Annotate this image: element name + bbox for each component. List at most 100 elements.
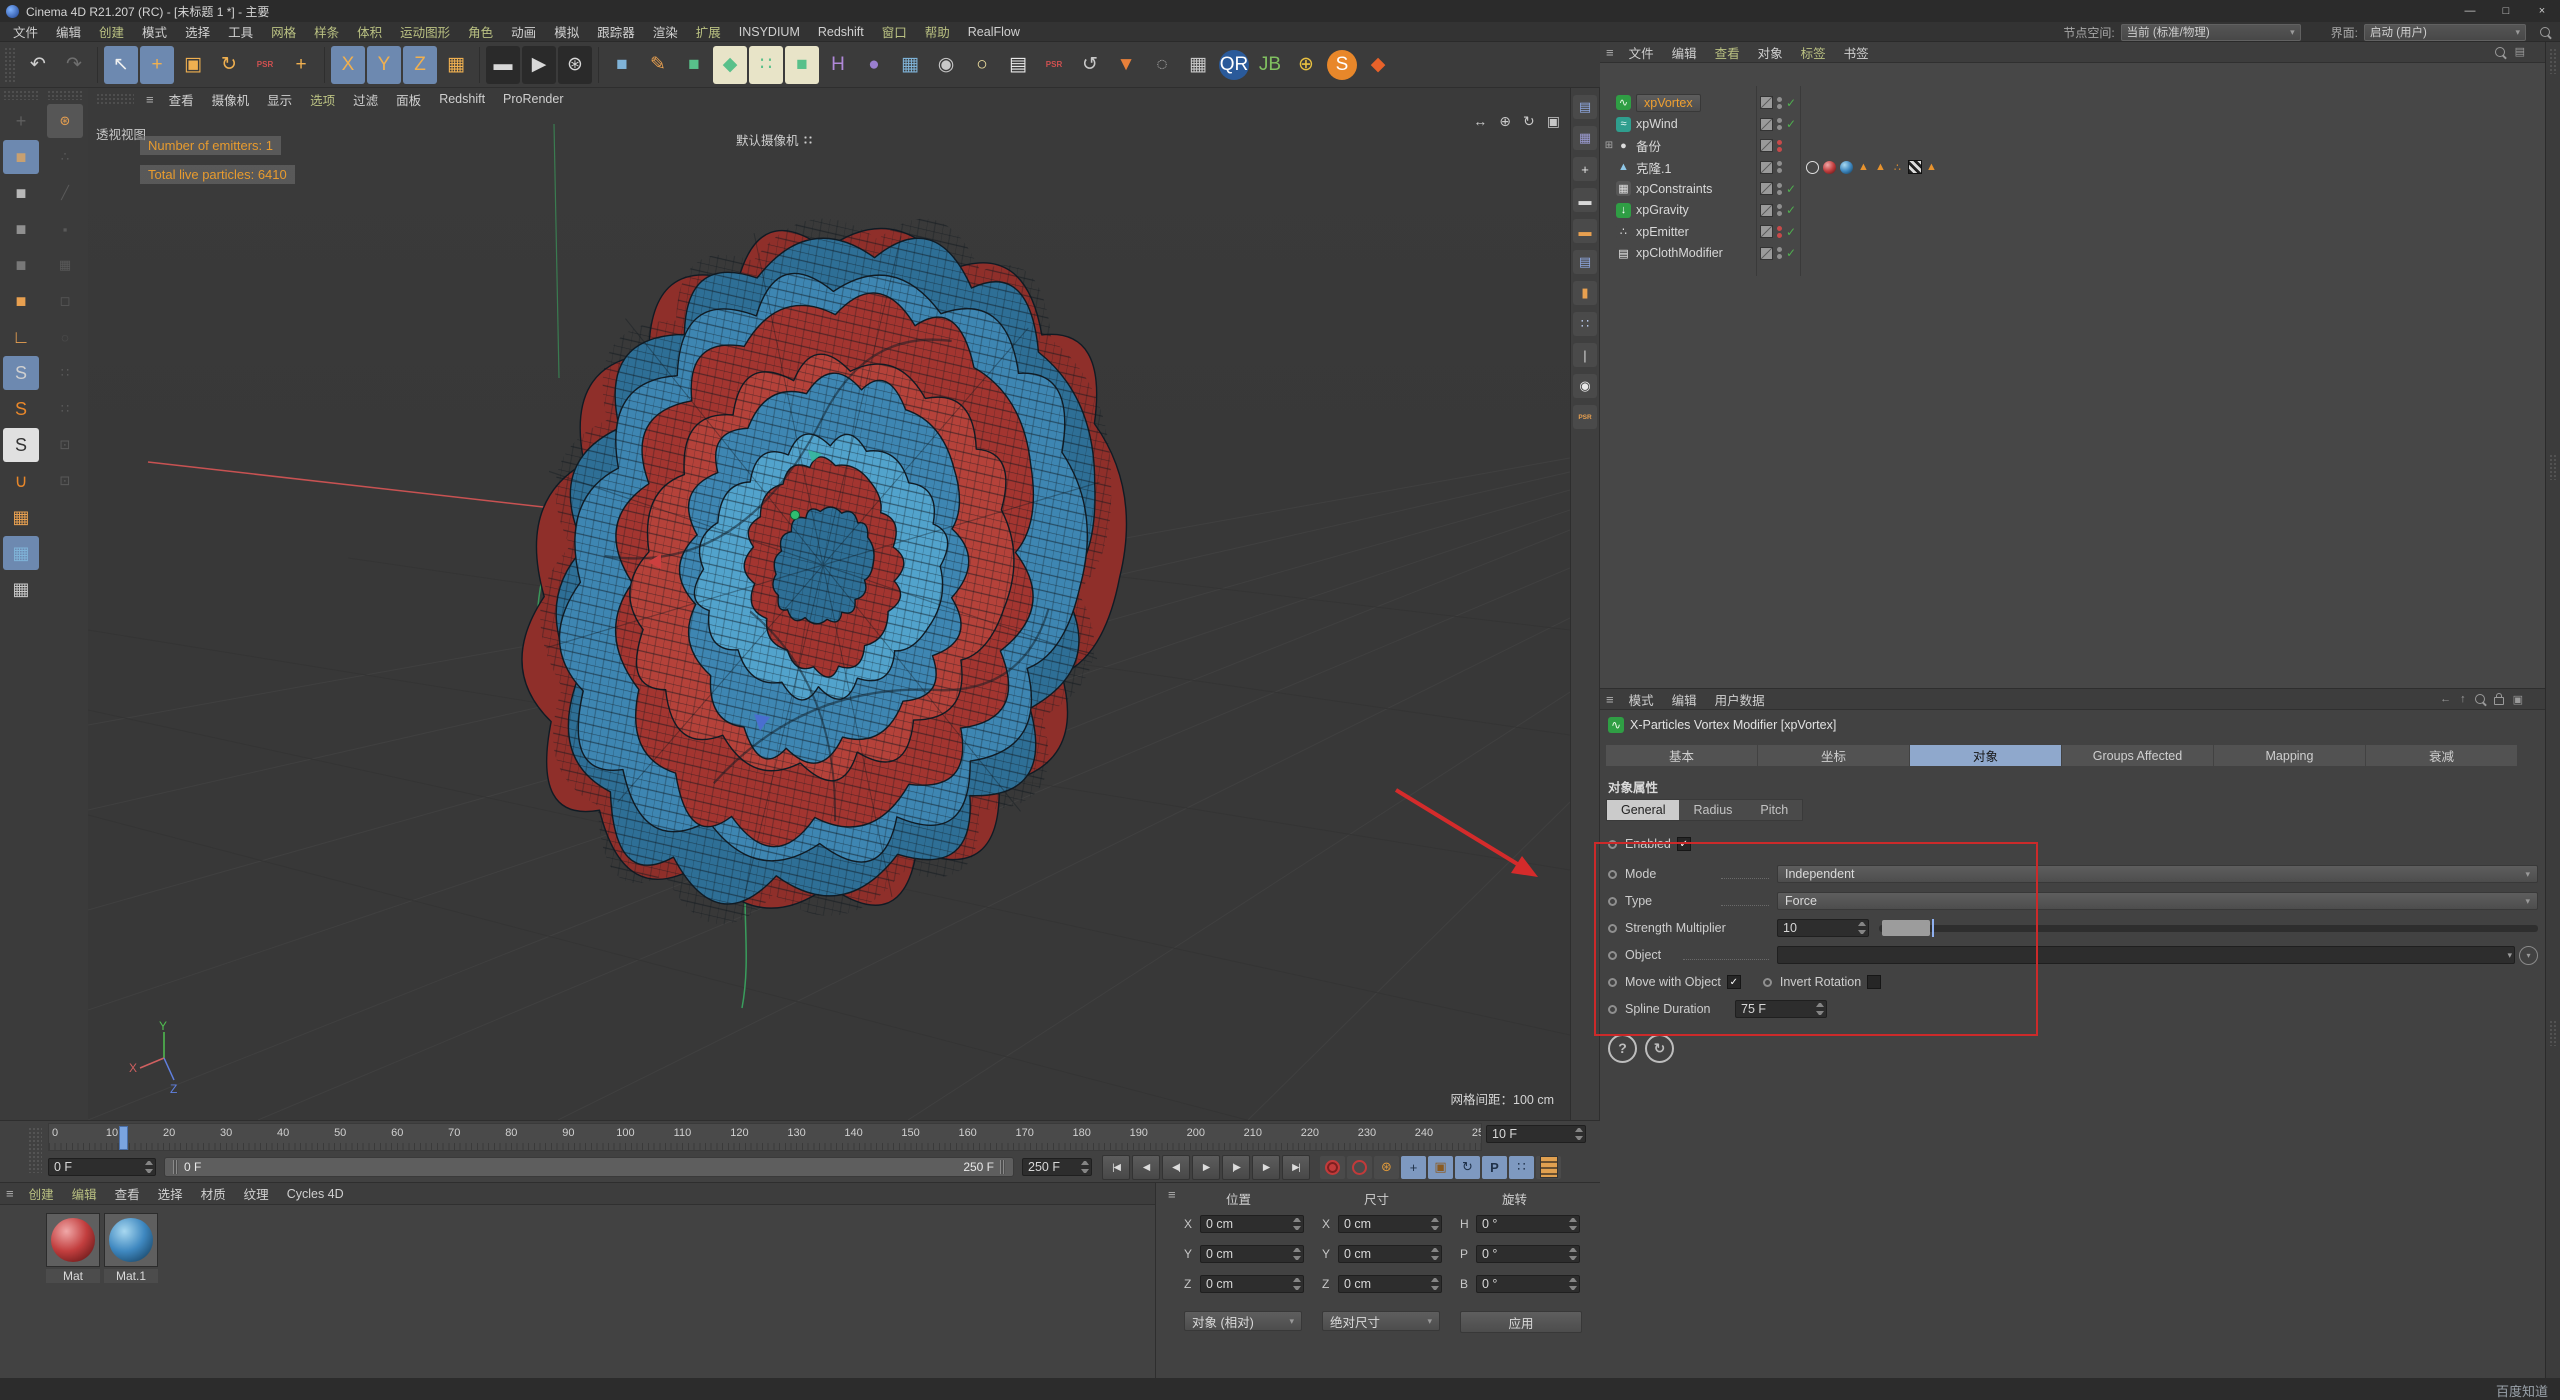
material-menu-纹理[interactable]: 纹理 bbox=[235, 1184, 278, 1203]
xp-tag-icon[interactable]: ▲ bbox=[1873, 160, 1888, 175]
spinner-icon[interactable] bbox=[1293, 1218, 1301, 1230]
viewport-menu-摄像机[interactable]: 摄像机 bbox=[203, 90, 259, 109]
type-select[interactable]: Force ▾ bbox=[1777, 892, 2538, 910]
phong-tag-icon[interactable] bbox=[1806, 160, 1819, 174]
render-visibility-dot[interactable] bbox=[1777, 254, 1782, 260]
viewport-pan-icon[interactable]: ↔ bbox=[1473, 113, 1487, 130]
material-menu-创建[interactable]: 创建 bbox=[20, 1184, 63, 1203]
viewport-menu-Redshift[interactable]: Redshift bbox=[430, 92, 494, 106]
move-with-object-checkbox[interactable]: ✓ bbox=[1726, 975, 1741, 989]
tag-mat-blue[interactable] bbox=[1839, 160, 1854, 175]
xp-node-cross-icon[interactable]: + bbox=[1573, 157, 1597, 181]
spinner-icon[interactable] bbox=[1569, 1218, 1577, 1230]
close-button[interactable]: × bbox=[2524, 0, 2560, 22]
material-menu-查看[interactable]: 查看 bbox=[106, 1184, 149, 1203]
object-row-xpConstraints[interactable]: ▦ xpConstraints ✓ bbox=[1600, 178, 2545, 200]
xp-node-bar-icon[interactable]: ▬ bbox=[1573, 219, 1597, 243]
menu-动画[interactable]: 动画 bbox=[502, 22, 545, 41]
material-thumbnail[interactable] bbox=[46, 1213, 100, 1267]
tab-基本[interactable]: 基本 bbox=[1606, 745, 1757, 766]
viewport-toggle-icon[interactable]: ▣ bbox=[1547, 113, 1560, 130]
timeline-ruler[interactable]: 0 10 20 30 40 50 60 70 80 90 100 110 120 130 140 150 160… bbox=[48, 1123, 1482, 1151]
am-menu-用户数据[interactable]: 用户数据 bbox=[1706, 690, 1774, 709]
panel-mode-icon[interactable]: ▣ bbox=[2513, 693, 2523, 706]
editor-visibility-dot[interactable] bbox=[1777, 96, 1782, 102]
xp-camera-icon[interactable]: ◉ bbox=[1573, 374, 1597, 398]
coord-mode-select[interactable]: 对象 (相对) ▾ bbox=[1184, 1311, 1302, 1331]
editor-visibility-dot[interactable] bbox=[1777, 118, 1782, 124]
bend-deformer-icon[interactable]: ◆ bbox=[713, 45, 747, 84]
node-space-select[interactable]: 当前 (标准/物理) ▾ bbox=[2120, 23, 2301, 41]
coord-field-Y[interactable]: 0 cm bbox=[1338, 1245, 1442, 1263]
viewport-drag-handle[interactable] bbox=[96, 93, 134, 105]
xp-node-group-icon[interactable]: ▦ bbox=[1573, 126, 1597, 150]
render-visibility-dot[interactable] bbox=[1777, 232, 1782, 238]
strength-slider-handle[interactable] bbox=[1882, 919, 1930, 936]
viewport-rotate-icon[interactable]: ↻ bbox=[1523, 113, 1535, 130]
psr-mini-icon[interactable]: PSR bbox=[248, 46, 282, 84]
menu-角色[interactable]: 角色 bbox=[459, 22, 502, 41]
xparticles-logo-icon[interactable]: ◆ bbox=[1361, 46, 1395, 84]
material-menu-编辑[interactable]: 编辑 bbox=[63, 1184, 106, 1203]
subtab-Pitch[interactable]: Pitch bbox=[1746, 800, 1803, 820]
om-menu-编辑[interactable]: 编辑 bbox=[1663, 43, 1706, 62]
render-visibility-dot[interactable] bbox=[1777, 125, 1782, 131]
viewport-canvas[interactable]: ↔ ⊕ ↻ ▣ 透视视图 Number of emitters: 1 Total… bbox=[88, 110, 1570, 1120]
visibility-dots[interactable] bbox=[1777, 96, 1782, 109]
spline-pen-icon[interactable]: ✎ bbox=[641, 46, 675, 84]
scale-tool-icon[interactable]: ▣ bbox=[176, 46, 210, 84]
current-frame-field[interactable]: 0 F bbox=[48, 1158, 156, 1176]
dotted-circle-icon[interactable]: ◌ bbox=[1145, 46, 1179, 84]
left-toolbar-handle[interactable] bbox=[3, 90, 39, 100]
anim-dot-icon[interactable] bbox=[1608, 839, 1617, 849]
menu-工具[interactable]: 工具 bbox=[219, 22, 262, 41]
xp-reset-button[interactable]: ↻ bbox=[1645, 1033, 1674, 1063]
material-menu-Cycles 4D[interactable]: Cycles 4D bbox=[278, 1187, 353, 1201]
floor-icon[interactable]: ▦ bbox=[893, 46, 927, 84]
xp-psr-icon[interactable]: PSR bbox=[1573, 405, 1597, 429]
material-editor-icon[interactable]: ▤ bbox=[1001, 46, 1035, 84]
lock-icon[interactable] bbox=[2493, 693, 2504, 705]
workplane-icon[interactable]: ▦ bbox=[3, 500, 39, 534]
light-icon[interactable]: ○ bbox=[965, 46, 999, 84]
tweak-mode-icon[interactable]: + bbox=[3, 104, 39, 138]
tab-Groups Affected[interactable]: Groups Affected bbox=[2062, 745, 2213, 766]
object-manager-burger-icon[interactable]: ≡ bbox=[1606, 45, 1614, 60]
coord-field-Y[interactable]: 0 cm bbox=[1200, 1245, 1304, 1263]
prev-key-button[interactable]: ◀ bbox=[1132, 1154, 1160, 1180]
maximize-button[interactable]: □ bbox=[2488, 0, 2524, 22]
viewport-menu-查看[interactable]: 查看 bbox=[160, 90, 203, 109]
workplane-cube-icon[interactable]: ■ bbox=[3, 212, 39, 246]
model-mode-icon[interactable]: ■ bbox=[3, 140, 39, 174]
anim-dot-icon[interactable] bbox=[1608, 896, 1617, 906]
object-row-备份[interactable]: ⊞ ● 备份 bbox=[1600, 135, 2545, 157]
prev-frame-button[interactable]: ◀| bbox=[1162, 1154, 1190, 1180]
anim-dot-icon[interactable] bbox=[1608, 1004, 1617, 1014]
render-visibility-dot[interactable] bbox=[1777, 168, 1782, 174]
enable-check-icon[interactable]: ✓ bbox=[1786, 96, 1798, 110]
history-back-icon[interactable]: ← bbox=[2440, 693, 2451, 705]
editor-visibility-dot[interactable] bbox=[1777, 161, 1782, 167]
object-row-xpEmitter[interactable]: ∴ xpEmitter ✓ bbox=[1600, 221, 2545, 243]
preview-range-slider[interactable]: 0 F 250 F bbox=[164, 1157, 1014, 1177]
object-search-icon[interactable] bbox=[2494, 46, 2505, 57]
qr-badge-icon[interactable]: QR bbox=[1219, 49, 1249, 80]
tab-对象[interactable]: 对象 bbox=[1910, 745, 2061, 766]
keyframe-selection-button[interactable]: ⊛ bbox=[1374, 1155, 1399, 1179]
timeline-playhead[interactable] bbox=[119, 1126, 128, 1150]
xp-node-orange-icon[interactable]: ▮ bbox=[1573, 281, 1597, 305]
menu-跟踪器[interactable]: 跟踪器 bbox=[588, 22, 644, 41]
coord-field-B[interactable]: 0 ° bbox=[1476, 1275, 1580, 1293]
menu-样条[interactable]: 样条 bbox=[305, 22, 348, 41]
menu-网格[interactable]: 网格 bbox=[262, 22, 305, 41]
uv-mode-icon[interactable]: ■ bbox=[3, 248, 39, 282]
edges-mode-icon[interactable]: ╱ bbox=[47, 176, 83, 210]
subdivision-surface-icon[interactable]: ■ bbox=[677, 46, 711, 84]
next-key-button[interactable]: ▶ bbox=[1252, 1154, 1280, 1180]
render-visibility-dot[interactable] bbox=[1777, 103, 1782, 109]
magnet-snap-icon[interactable]: ∪ bbox=[3, 464, 39, 498]
menu-扩展[interactable]: 扩展 bbox=[687, 22, 730, 41]
selection-gear-icon[interactable]: ⊛ bbox=[47, 104, 83, 138]
coord-system-icon[interactable]: ▦ bbox=[439, 46, 473, 84]
visibility-dots[interactable] bbox=[1777, 139, 1782, 152]
